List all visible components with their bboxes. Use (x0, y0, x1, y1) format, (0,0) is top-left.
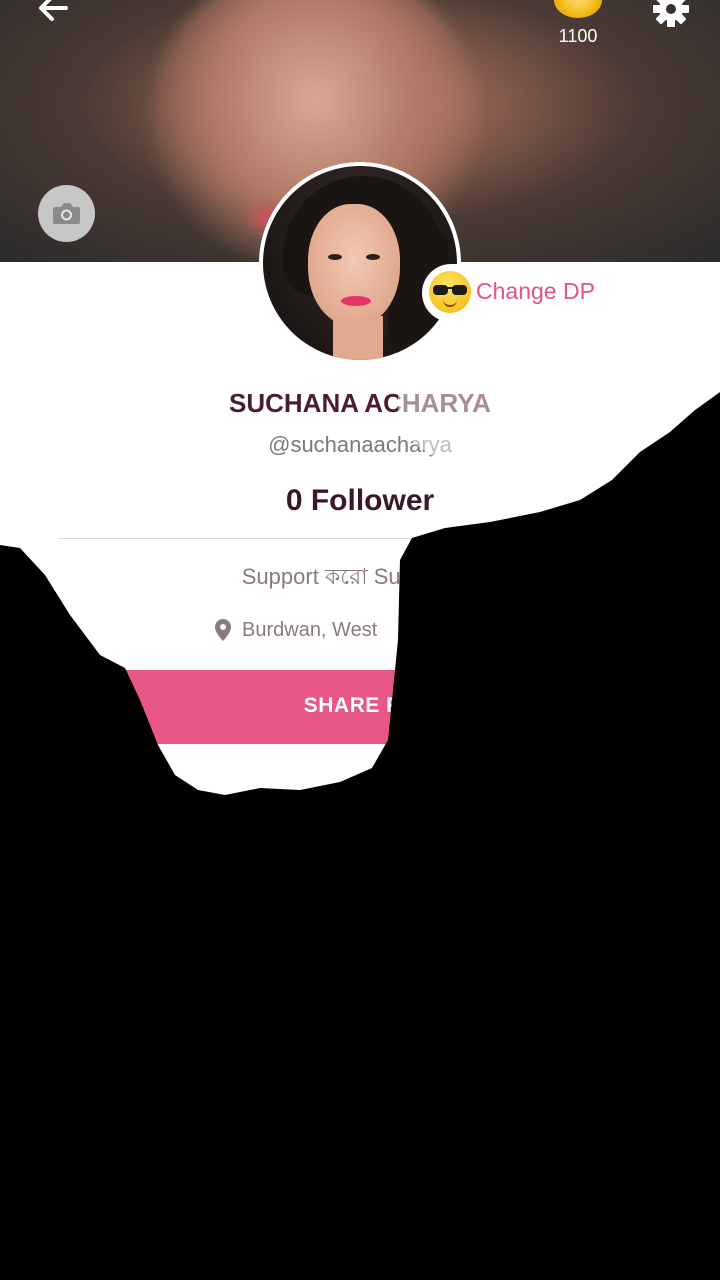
avatar-face (308, 204, 400, 326)
avatar[interactable] (259, 162, 461, 364)
avatar-eye (366, 254, 380, 260)
back-arrow-icon[interactable] (34, 0, 74, 28)
change-dp-label[interactable]: Change DP (476, 278, 595, 305)
location-text: Burdwan, West (242, 619, 378, 641)
share-profile-label: SHARE PR (303, 694, 417, 717)
gear-icon[interactable] (650, 0, 692, 30)
avatar-photo (263, 166, 457, 360)
profile-bio: Support করো Support পা (241, 564, 479, 589)
share-profile-button[interactable]: SHARE PR (90, 670, 630, 744)
camera-icon[interactable] (38, 185, 95, 242)
profile-name: SUCHANA ACHARYA (229, 388, 491, 418)
profile-location: Burdwan, West (214, 618, 514, 644)
sunglasses-icon (433, 285, 467, 295)
coin-count: 1100 (558, 26, 598, 46)
divider (58, 538, 662, 539)
avatar-eye (328, 254, 342, 260)
avatar-lips (341, 296, 371, 306)
profile-handle: @suchanaacharya (268, 432, 452, 457)
location-pin-icon (215, 619, 231, 641)
follower-count[interactable]: 0 Follower (0, 484, 720, 518)
